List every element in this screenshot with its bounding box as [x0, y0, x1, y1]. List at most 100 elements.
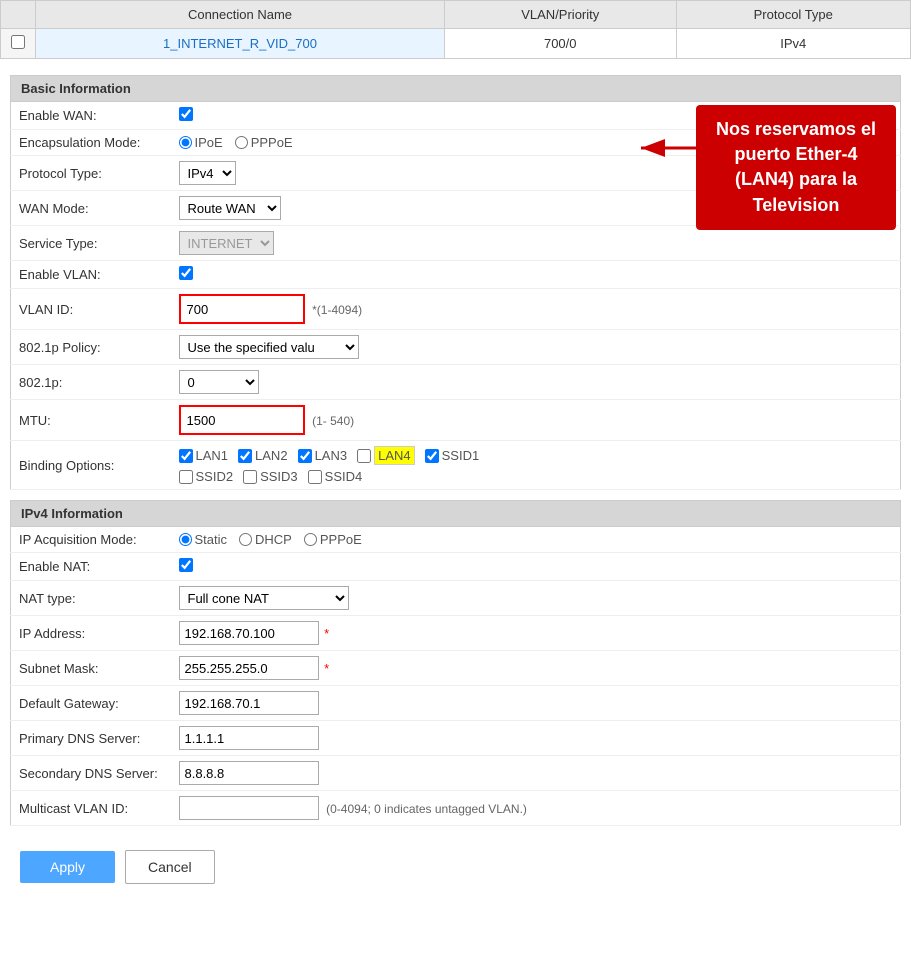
wan-mode-select[interactable]: Route WAN Bridge WAN	[179, 196, 281, 220]
col-vlan-priority: VLAN/Priority	[444, 1, 676, 29]
multicast-vlan-value: (0-4094; 0 indicates untagged VLAN.)	[171, 791, 901, 826]
row-checkbox[interactable]	[11, 35, 25, 49]
ssid2-binding: SSID2	[179, 469, 234, 484]
basic-info-header: Basic Information	[10, 75, 901, 102]
cancel-button[interactable]: Cancel	[125, 850, 215, 884]
enable-vlan-checkbox[interactable]	[179, 266, 193, 280]
encapsulation-label: Encapsulation Mode:	[11, 130, 171, 156]
multicast-vlan-row: Multicast VLAN ID: (0-4094; 0 indicates …	[11, 791, 901, 826]
lan1-binding: LAN1	[179, 446, 229, 465]
row-checkbox-cell[interactable]	[1, 29, 36, 59]
ip-address-input[interactable]	[179, 621, 319, 645]
dhcp-label: DHCP	[255, 532, 292, 547]
pppoe-label: PPPoE	[251, 135, 293, 150]
policy-select[interactable]: Use the specified valu Copy from inner t…	[179, 335, 359, 359]
ipv4-info-table: IP Acquisition Mode: Static DHCP	[10, 527, 901, 826]
nat-type-select[interactable]: Full cone NAT Restrict NAT	[179, 586, 349, 610]
wan-mode-label: WAN Mode:	[11, 191, 171, 226]
service-type-row: Service Type: INTERNET	[11, 226, 901, 261]
ssid1-label: SSID1	[442, 448, 480, 463]
policy-label: 802.1p Policy:	[11, 330, 171, 365]
enable-vlan-value	[171, 261, 901, 289]
vlan-id-hint: *(1-4094)	[312, 303, 362, 317]
pppoe-radio2[interactable]	[304, 533, 317, 546]
policy-row: 802.1p Policy: Use the specified valu Co…	[11, 330, 901, 365]
primary-dns-label: Primary DNS Server:	[11, 721, 171, 756]
multicast-vlan-hint: (0-4094; 0 indicates untagged VLAN.)	[326, 802, 527, 816]
apply-button[interactable]: Apply	[20, 851, 115, 883]
subnet-mask-label: Subnet Mask:	[11, 651, 171, 686]
lan2-checkbox[interactable]	[238, 449, 252, 463]
ipoe-label: IPoE	[195, 135, 223, 150]
enable-nat-row: Enable NAT:	[11, 553, 901, 581]
dhcp-option[interactable]: DHCP	[239, 532, 292, 547]
ip-acq-value: Static DHCP PPPoE	[171, 527, 901, 553]
static-radio[interactable]	[179, 533, 192, 546]
ssid2-checkbox[interactable]	[179, 470, 193, 484]
arrow-icon	[636, 133, 726, 163]
ip-acq-row: IP Acquisition Mode: Static DHCP	[11, 527, 901, 553]
ssid4-checkbox[interactable]	[308, 470, 322, 484]
lan4-label: LAN4	[374, 446, 415, 465]
ssid4-label: SSID4	[325, 469, 363, 484]
mtu-input[interactable]	[182, 408, 302, 432]
lan1-label: LAN1	[196, 448, 229, 463]
binding-value: LAN1 LAN2 LAN3 LAN4	[171, 441, 901, 490]
pppoe-radio[interactable]	[235, 136, 248, 149]
ssid2-label: SSID2	[196, 469, 234, 484]
ssid1-binding: SSID1	[425, 446, 480, 465]
lan4-checkbox[interactable]	[357, 449, 371, 463]
static-option[interactable]: Static	[179, 532, 228, 547]
protocol-type-select[interactable]: IPv4 IPv6	[179, 161, 236, 185]
service-type-select[interactable]: INTERNET	[179, 231, 274, 255]
ssid4-binding: SSID4	[308, 469, 363, 484]
gateway-row: Default Gateway:	[11, 686, 901, 721]
enable-vlan-row: Enable VLAN:	[11, 261, 901, 289]
8021p-row: 802.1p: 0123	[11, 365, 901, 400]
vlan-id-input[interactable]	[182, 297, 302, 321]
buttons-row: Apply Cancel	[10, 836, 901, 898]
secondary-dns-value	[171, 756, 901, 791]
dhcp-radio[interactable]	[239, 533, 252, 546]
secondary-dns-input[interactable]	[179, 761, 319, 785]
primary-dns-input[interactable]	[179, 726, 319, 750]
8021p-select[interactable]: 0123	[179, 370, 259, 394]
pppoe-label2: PPPoE	[320, 532, 362, 547]
multicast-vlan-label: Multicast VLAN ID:	[11, 791, 171, 826]
ssid3-checkbox[interactable]	[243, 470, 257, 484]
nat-type-row: NAT type: Full cone NAT Restrict NAT	[11, 581, 901, 616]
enable-wan-label: Enable WAN:	[11, 102, 171, 130]
mtu-label: MTU:	[11, 400, 171, 441]
primary-dns-value	[171, 721, 901, 756]
pppoe-option[interactable]: PPPoE	[235, 135, 293, 150]
gateway-input[interactable]	[179, 691, 319, 715]
enable-vlan-label: Enable VLAN:	[11, 261, 171, 289]
enable-nat-checkbox[interactable]	[179, 558, 193, 572]
binding-row: Binding Options: LAN1 LAN2 L	[11, 441, 901, 490]
col-connection-name: Connection Name	[36, 1, 445, 29]
ipoe-option[interactable]: IPoE	[179, 135, 223, 150]
lan2-binding: LAN2	[238, 446, 288, 465]
secondary-dns-label: Secondary DNS Server:	[11, 756, 171, 791]
secondary-dns-label-text: Secondary DNS Server:	[19, 766, 158, 781]
col-check	[1, 1, 36, 29]
mtu-row: MTU: (1- 540)	[11, 400, 901, 441]
ipoe-radio[interactable]	[179, 136, 192, 149]
multicast-vlan-input[interactable]	[179, 796, 319, 820]
lan3-checkbox[interactable]	[298, 449, 312, 463]
pppoe-option2[interactable]: PPPoE	[304, 532, 362, 547]
ssid1-checkbox[interactable]	[425, 449, 439, 463]
service-type-label: Service Type:	[11, 226, 171, 261]
vlan-id-wrapper	[179, 294, 305, 324]
lan1-checkbox[interactable]	[179, 449, 193, 463]
lan4-binding: LAN4	[357, 446, 415, 465]
lan2-label: LAN2	[255, 448, 288, 463]
protocol-type-cell: IPv4	[676, 29, 910, 59]
enable-nat-value	[171, 553, 901, 581]
subnet-mask-input[interactable]	[179, 656, 319, 680]
enable-wan-checkbox[interactable]	[179, 107, 193, 121]
protocol-type-label: Protocol Type:	[11, 156, 171, 191]
enable-nat-label: Enable NAT:	[11, 553, 171, 581]
ip-acq-label: IP Acquisition Mode:	[11, 527, 171, 553]
ip-address-row: IP Address: *	[11, 616, 901, 651]
